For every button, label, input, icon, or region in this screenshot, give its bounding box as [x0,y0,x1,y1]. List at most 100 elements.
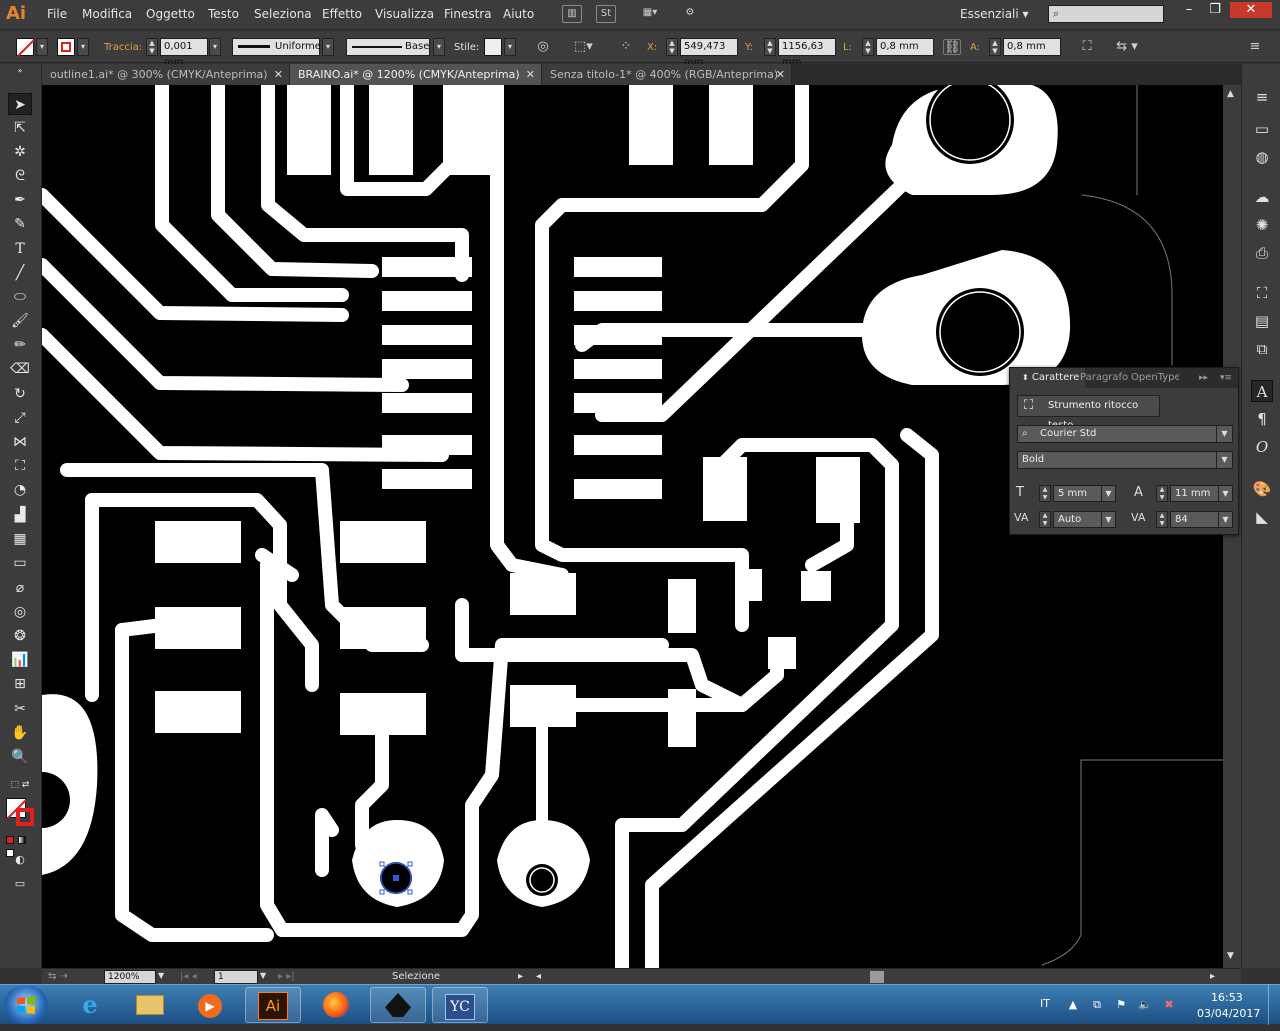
shape-builder-tool-icon[interactable]: ◔ [8,479,32,501]
inkscape-icon[interactable] [370,987,426,1023]
brush-definition[interactable]: Base [346,38,430,56]
stroke-swatch[interactable] [57,38,75,56]
arrange-icon[interactable]: ⇆ ▾ [1110,39,1144,55]
width-field[interactable]: 0,8 mm [876,38,934,56]
firefox-icon[interactable] [308,987,364,1023]
variable-width-profile[interactable]: Uniforme [232,38,321,56]
align-selection-icon[interactable]: ⬚▾ [574,39,593,55]
symbol-sprayer-tool-icon[interactable]: ❂ [8,625,32,647]
curvature-tool-icon[interactable]: ✎ [8,213,32,235]
menu-modifica[interactable]: Modifica [82,7,132,21]
touch-type-tool-button[interactable]: ⛶ Strumento ritocco testo [1017,395,1160,431]
symbols-panel-icon[interactable]: ✺ [1251,214,1273,236]
swap-fill-stroke-icon[interactable]: ⬚ ⇄ [8,774,32,796]
panel-options-icon[interactable]: ▾≡ [1220,368,1232,388]
paragraph-panel-icon[interactable]: ¶ [1251,408,1273,430]
lasso-tool-icon[interactable]: ᘓ [8,165,32,187]
illustrator-taskbar-icon[interactable]: Ai [245,987,301,1023]
y-field[interactable]: 1156,63 mm [778,38,836,68]
search-input[interactable]: ⌕ [1048,5,1164,23]
leading-field[interactable]: 11 mm ▼ [1170,485,1233,502]
workspace-switcher[interactable]: Essenziali ▾ [960,7,1029,21]
color-panel-icon[interactable]: ▭ [1251,118,1273,140]
internet-explorer-icon[interactable]: e [62,987,118,1023]
graphic-style-dropdown[interactable]: ▾ [504,38,516,56]
artboard-tool-icon[interactable]: ⊞ [8,673,32,695]
menu-effetto[interactable]: Effetto [322,7,362,21]
line-segment-tool-icon[interactable]: ╱ [8,262,32,284]
perspective-grid-tool-icon[interactable]: ▟ [8,504,32,526]
stroke-weight-dropdown[interactable]: ▾ [209,38,221,56]
chevron-down-icon[interactable]: ▼ [1216,426,1232,442]
close-button[interactable]: ✕ [1230,2,1272,18]
scroll-left-icon[interactable]: ◂ [536,971,541,982]
slice-tool-icon[interactable]: ✂ [8,698,32,720]
tab-outline1[interactable]: outline1.ai* @ 300% (CMYK/Anteprima) ✕ [42,64,290,85]
stock-icon[interactable]: St [596,5,616,23]
leading-spinner[interactable]: ▲ ▼ [1156,485,1168,502]
fill-dropdown[interactable]: ▾ [36,38,48,56]
font-style-field[interactable]: Bold ▼ [1017,451,1233,469]
zoom-tool-icon[interactable]: 🔍 [8,746,32,768]
transform-panel-icon[interactable]: ⛶ [1251,282,1273,304]
font-size-spinner[interactable]: ▲ ▼ [1039,485,1051,502]
creative-cloud-libraries-icon[interactable]: ☁ [1251,186,1273,208]
pencil-tool-icon[interactable]: ✏ [8,334,32,356]
drawing-modes-icon[interactable]: ◐ [8,849,32,871]
network-tray-icon[interactable]: ⧉ [1090,998,1104,1012]
x-field[interactable]: 549,473 mm [680,38,738,68]
start-button[interactable] [4,986,48,1024]
screen-mode-icon[interactable]: ▭ [8,873,32,895]
panel-menu-icon[interactable]: ≡ [1251,86,1273,108]
menu-visualizza[interactable]: Visualizza [375,7,434,21]
action-center-icon[interactable]: ⚑ [1114,998,1128,1012]
chevron-down-icon[interactable]: ▼ [1216,452,1232,468]
tab-paragraph[interactable]: Paragrafo [1080,368,1128,388]
tab-senza-titolo[interactable]: Senza titolo-1* @ 400% (RGB/Anteprima) ✕ [542,64,792,85]
volume-icon[interactable]: 🔈 [1138,998,1152,1012]
color-mode-icons[interactable] [6,834,36,857]
paintbrush-tool-icon[interactable]: 🖌 [8,310,32,332]
minimize-button[interactable]: – [1178,2,1200,18]
brushes-panel-icon[interactable]: ◣ [1251,506,1273,528]
menu-seleziona[interactable]: Seleziona [254,7,312,21]
close-icon[interactable]: ✕ [526,64,535,85]
artboard-dropdown-icon[interactable]: ▼ [260,971,266,980]
network-disconnected-icon[interactable]: ✖ [1162,998,1176,1012]
mesh-tool-icon[interactable]: ▦ [8,528,32,550]
width-tool-icon[interactable]: ⋈ [8,431,32,453]
swatches-panel-icon[interactable]: 🎨 [1251,478,1273,500]
chevron-down-icon[interactable]: ▼ [1101,512,1115,527]
menu-finestra[interactable]: Finestra [444,7,492,21]
eyedropper-tool-icon[interactable]: ⌀ [8,577,32,599]
font-size-field[interactable]: 5 mm ▼ [1053,485,1116,502]
zoom-field[interactable]: 1200% [104,970,156,984]
close-icon[interactable]: ✕ [776,64,785,85]
scroll-down-icon[interactable]: ▼ [1227,951,1234,961]
gpu-performance-icon[interactable]: ⚙ [680,5,700,23]
height-field[interactable]: 0,8 mm [1003,38,1061,56]
height-spinner[interactable]: ▲ ▼ [989,38,1001,56]
stroke-indicator[interactable] [16,808,34,826]
gradient-tool-icon[interactable]: ▭ [8,552,32,574]
y-spinner[interactable]: ▲ ▼ [764,38,776,56]
magic-wand-tool-icon[interactable]: ✲ [8,141,32,163]
width-spinner[interactable]: ▲ ▼ [862,38,874,56]
type-tool-icon[interactable]: T [8,238,32,260]
chevron-down-icon[interactable]: ▼ [1101,486,1115,501]
close-icon[interactable]: ✕ [274,64,283,85]
tab-opentype[interactable]: OpenType [1131,368,1179,388]
artboard-nav-icon[interactable]: ⇆ ⇢ [48,971,68,982]
fill-none-swatch[interactable] [16,38,35,57]
menu-aiuto[interactable]: Aiuto [503,7,534,21]
collapse-panel-icon[interactable]: ▸▸ [1199,368,1208,388]
stroke-weight-spinner[interactable]: ▲ ▼ [146,38,158,56]
kerning-spinner[interactable]: ▲ ▼ [1039,511,1051,528]
opentype-panel-icon[interactable]: O [1251,436,1273,458]
pathfinder-panel-icon[interactable]: ⧉ [1251,338,1273,360]
bridge-icon[interactable]: ▥ [562,5,582,23]
clock-time[interactable]: 16:53 [1211,991,1243,1004]
chevron-down-icon[interactable]: ▼ [1218,486,1232,501]
stroke-dropdown[interactable]: ▾ [77,38,89,56]
ellipse-tool-icon[interactable]: ⬭ [8,286,32,308]
